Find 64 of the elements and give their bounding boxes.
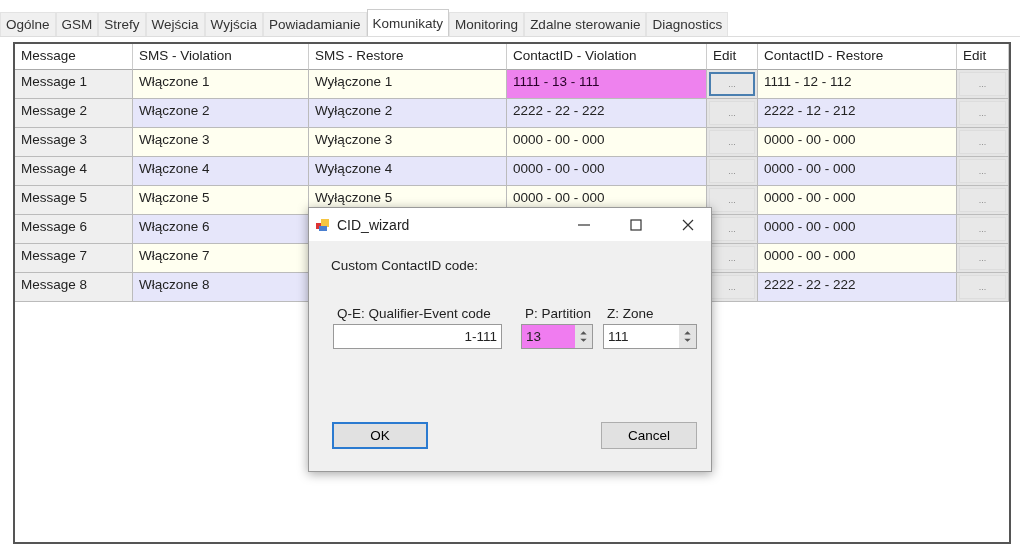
close-icon[interactable] [681, 217, 695, 232]
ok-button[interactable]: OK [332, 422, 428, 449]
tab[interactable]: Wyjścia [204, 12, 263, 36]
table-cell: 0000 - 00 - 000 [758, 215, 957, 244]
row-header: Message 8 [15, 273, 133, 302]
row-header: Message 3 [15, 128, 133, 157]
table-cell: Wyłączone 4 [309, 157, 507, 186]
cancel-button[interactable]: Cancel [601, 422, 697, 449]
tab[interactable]: Wejścia [145, 12, 205, 36]
table-cell: 0000 - 00 - 000 [758, 157, 957, 186]
row-header: Message 1 [15, 70, 133, 99]
column-header: SMS - Restore [309, 44, 507, 70]
table-cell: Włączone 2 [133, 99, 309, 128]
row-header: Message 6 [15, 215, 133, 244]
app-icon [315, 216, 331, 233]
table-cell: Wyłączone 3 [309, 128, 507, 157]
table-cell: Wyłączone 2 [309, 99, 507, 128]
spinner-field[interactable]: 13 [521, 324, 593, 349]
column-header: Message [15, 44, 133, 70]
table-cell[interactable]: 0000 - 00 - 000 [507, 128, 707, 157]
table-cell: 1111 - 12 - 112 [758, 70, 957, 99]
maximize-icon[interactable] [629, 217, 643, 232]
table-cell: Włączone 7 [133, 244, 309, 273]
table-cell: Włączone 8 [133, 273, 309, 302]
table-cell: Włączone 4 [133, 157, 309, 186]
column-header: Edit [707, 44, 758, 70]
row-header: Message 4 [15, 157, 133, 186]
table-cell[interactable]: 0000 - 00 - 000 [507, 157, 707, 186]
tab[interactable]: GSM [55, 12, 99, 36]
table-cell: 0000 - 00 - 000 [758, 244, 957, 273]
row-header: Message 7 [15, 244, 133, 273]
tab[interactable]: Ogólne [0, 12, 56, 36]
spinner-field[interactable]: 111 [603, 324, 697, 349]
column-header: ContactID - Restore [758, 44, 957, 70]
table-cell: 0000 - 00 - 000 [758, 128, 957, 157]
table-cell: 0000 - 00 - 000 [758, 186, 957, 215]
column-header: Edit [957, 44, 1009, 70]
tab[interactable]: Diagnostics [646, 12, 729, 36]
spin-arrows-icon[interactable] [575, 325, 592, 348]
field-label: Z: Zone [606, 306, 655, 321]
field-label: Q-E: Qualifier-Event code [336, 306, 492, 321]
table-cell: Włączone 1 [133, 70, 309, 99]
tab[interactable]: Komunikaty [366, 9, 450, 36]
field-label: P: Partition [524, 306, 593, 321]
table-cell[interactable]: 2222 - 22 - 222 [507, 99, 707, 128]
tab[interactable]: Powiadamianie [263, 12, 367, 36]
spin-arrows-icon[interactable] [679, 325, 696, 348]
row-header: Message 5 [15, 186, 133, 215]
prompt-label: Custom ContactID code: [331, 258, 480, 273]
table-cell: 2222 - 12 - 212 [758, 99, 957, 128]
table-cell: Włączone 3 [133, 128, 309, 157]
tab[interactable]: Zdalne sterowanie [524, 12, 647, 36]
table-cell: Włączone 6 [133, 215, 309, 244]
column-header: SMS - Violation [133, 44, 309, 70]
table-cell: 2222 - 22 - 222 [758, 273, 957, 302]
table-cell: Włączone 5 [133, 186, 309, 215]
tab[interactable]: Strefy [98, 12, 146, 36]
row-header: Message 2 [15, 99, 133, 128]
window-title: CID_wizard [337, 216, 411, 233]
input-field[interactable]: 1-111 [333, 324, 502, 349]
column-header: ContactID - Violation [507, 44, 707, 70]
table-cell: Wyłączone 1 [309, 70, 507, 99]
tab[interactable]: Monitoring [449, 12, 525, 36]
table-cell[interactable]: 1111 - 13 - 111 [507, 70, 707, 99]
